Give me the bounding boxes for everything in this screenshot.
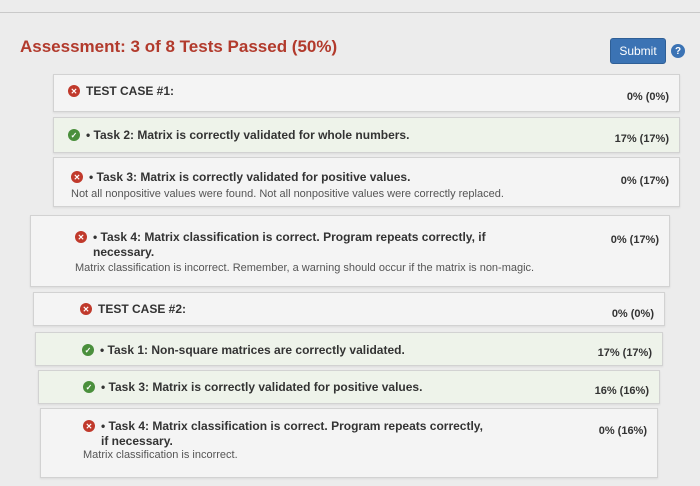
top-divider (0, 12, 700, 13)
result-score: 0% (16%) (598, 425, 647, 437)
help-icon[interactable]: ? (671, 44, 685, 58)
result-description: Not all nonpositive values were found. N… (71, 188, 504, 200)
result-name: • Task 2: Matrix is correctly validated … (86, 128, 410, 142)
result-name: • Task 1: Non-square matrices are correc… (100, 343, 405, 357)
task-result-card: ✕ • Task 4: Matrix classification is cor… (40, 408, 658, 478)
test-case-card: ✕ TEST CASE #1: 0% (0%) (53, 74, 680, 112)
result-score: 0% (17%) (610, 234, 659, 246)
result-name: • Task 4: Matrix classification is corre… (93, 230, 486, 259)
check-circle-icon: ✓ (83, 381, 95, 393)
result-description: Matrix classification is incorrect. Reme… (75, 262, 535, 274)
task-result-card: ✓ • Task 1: Non-square matrices are corr… (35, 332, 663, 366)
result-name: • Task 4: Matrix classification is corre… (101, 419, 483, 448)
page-title: Assessment: 3 of 8 Tests Passed (50%) (20, 37, 338, 56)
x-circle-icon: ✕ (80, 303, 92, 315)
x-circle-icon: ✕ (83, 420, 95, 432)
x-circle-icon: ✕ (68, 85, 80, 97)
result-name: TEST CASE #1: (86, 84, 175, 98)
result-description: Matrix classification is incorrect. (83, 449, 238, 461)
task-result-card: ✕ • Task 4: Matrix classification is cor… (30, 215, 670, 287)
result-score: 17% (17%) (597, 347, 652, 359)
result-name: • Task 3: Matrix is correctly validated … (101, 380, 423, 394)
task-result-card: ✓ • Task 2: Matrix is correctly validate… (53, 117, 680, 153)
submit-button[interactable]: Submit (610, 38, 666, 64)
result-score: 0% (0%) (626, 91, 669, 103)
x-circle-icon: ✕ (75, 231, 87, 243)
result-score: 0% (0%) (611, 308, 654, 320)
task-result-card: ✕ • Task 3: Matrix is correctly validate… (53, 157, 680, 207)
check-circle-icon: ✓ (82, 344, 94, 356)
result-name: • Task 3: Matrix is correctly validated … (89, 170, 411, 184)
test-case-card: ✕ TEST CASE #2: 0% (0%) (33, 292, 665, 326)
task-result-card: ✓ • Task 3: Matrix is correctly validate… (38, 370, 660, 404)
result-score: 16% (16%) (594, 385, 649, 397)
result-score: 17% (17%) (614, 133, 669, 145)
x-circle-icon: ✕ (71, 171, 83, 183)
result-score: 0% (17%) (620, 175, 669, 187)
check-circle-icon: ✓ (68, 129, 80, 141)
result-name: TEST CASE #2: (98, 302, 187, 316)
